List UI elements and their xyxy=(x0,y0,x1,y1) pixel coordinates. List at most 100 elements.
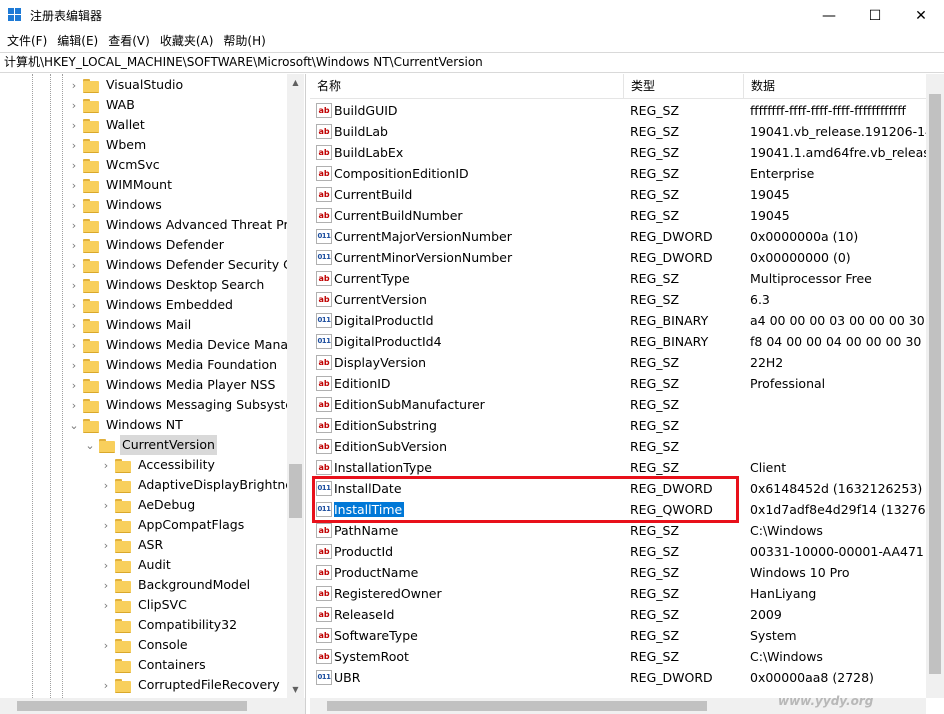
chevron-right-icon[interactable]: › xyxy=(68,355,80,375)
tree-horizontal-scrollbar[interactable] xyxy=(0,698,305,714)
value-row[interactable]: ab EditionSubstring REG_SZ xyxy=(310,415,930,436)
tree-item[interactable]: › VisualStudio xyxy=(68,75,185,95)
value-row[interactable]: ab ProductName REG_SZ Windows 10 Pro xyxy=(310,562,930,583)
chevron-right-icon[interactable]: › xyxy=(100,455,112,475)
tree-item[interactable]: Compatibility32 xyxy=(100,615,239,635)
value-row[interactable]: ab EditionSubVersion REG_SZ xyxy=(310,436,930,457)
value-row[interactable]: 011 UBR REG_DWORD 0x00000aa8 (2728) xyxy=(310,667,930,688)
tree-item[interactable]: › Windows Advanced Threat Prot xyxy=(68,215,287,235)
column-header-name[interactable]: 名称 xyxy=(310,74,624,98)
tree-item[interactable]: › Windows Messaging Subsyster xyxy=(68,395,287,415)
chevron-right-icon[interactable]: › xyxy=(100,635,112,655)
chevron-right-icon[interactable]: › xyxy=(100,535,112,555)
chevron-right-icon[interactable]: › xyxy=(68,255,80,275)
value-row[interactable]: ab SoftwareType REG_SZ System xyxy=(310,625,930,646)
tree-item[interactable]: › WIMMount xyxy=(68,175,174,195)
value-row[interactable]: ab RegisteredOwner REG_SZ HanLiyang xyxy=(310,583,930,604)
close-button[interactable]: ✕ xyxy=(898,0,944,31)
maximize-button[interactable]: ☐ xyxy=(852,0,898,31)
value-row[interactable]: 011 CurrentMinorVersionNumber REG_DWORD 0x0… xyxy=(310,247,930,268)
tree-hscroll-thumb[interactable] xyxy=(17,701,247,711)
value-row[interactable]: ab CurrentBuild REG_SZ 19045 xyxy=(310,184,930,205)
tree-item[interactable]: › Console xyxy=(100,635,190,655)
menu-edit[interactable]: 编辑(E) xyxy=(52,31,103,51)
chevron-right-icon[interactable]: › xyxy=(100,515,112,535)
value-row[interactable]: ab BuildLab REG_SZ 19041.vb_release.191206-… xyxy=(310,121,930,142)
tree-item[interactable]: › WcmSvc xyxy=(68,155,162,175)
chevron-right-icon[interactable]: › xyxy=(68,155,80,175)
value-row[interactable]: ab CompositionEditionID REG_SZ Enterprise xyxy=(310,163,930,184)
chevron-right-icon[interactable]: › xyxy=(68,215,80,235)
value-row[interactable]: 011 CurrentMajorVersionNumber REG_DWORD 0x0… xyxy=(310,226,930,247)
values-scroll-thumb[interactable] xyxy=(929,94,941,674)
tree-item[interactable]: › BackgroundModel xyxy=(100,575,252,595)
chevron-right-icon[interactable]: › xyxy=(100,575,112,595)
column-header-type[interactable]: 类型 xyxy=(624,74,744,98)
chevron-right-icon[interactable]: › xyxy=(68,395,80,415)
chevron-right-icon[interactable]: › xyxy=(100,475,112,495)
tree-item[interactable]: ⌄ Windows NT xyxy=(68,415,185,435)
chevron-right-icon[interactable]: › xyxy=(68,295,80,315)
chevron-right-icon[interactable]: › xyxy=(100,675,112,695)
tree-item[interactable]: › AdaptiveDisplayBrightnes xyxy=(100,475,287,495)
column-header-data[interactable]: 数据 xyxy=(744,74,934,98)
tree-item[interactable]: › Wbem xyxy=(68,135,148,155)
tree-item[interactable]: › Windows Media Device Manag xyxy=(68,335,287,355)
tree-item[interactable]: › Windows Embedded xyxy=(68,295,235,315)
tree-item[interactable]: › CorruptedFileRecovery xyxy=(100,675,282,695)
value-row[interactable]: ab BuildLabEx REG_SZ 19041.1.amd64fre.vb_re… xyxy=(310,142,930,163)
tree-scroll-thumb[interactable] xyxy=(289,464,302,518)
value-row[interactable]: ab ProductId REG_SZ 00331-10000-00001-AA471 xyxy=(310,541,930,562)
value-row[interactable]: ab CurrentBuildNumber REG_SZ 19045 xyxy=(310,205,930,226)
menu-view[interactable]: 查看(V) xyxy=(103,31,155,51)
value-row[interactable]: ab EditionSubManufacturer REG_SZ xyxy=(310,394,930,415)
tree-item[interactable]: › Audit xyxy=(100,555,173,575)
chevron-right-icon[interactable]: › xyxy=(100,555,112,575)
chevron-down-icon[interactable]: ⌄ xyxy=(84,435,96,455)
chevron-right-icon[interactable]: › xyxy=(68,75,80,95)
tree-item[interactable]: › AppCompatFlags xyxy=(100,515,246,535)
tree-item[interactable]: › Windows xyxy=(68,195,164,215)
tree-item[interactable]: › Windows Desktop Search xyxy=(68,275,266,295)
menu-file[interactable]: 文件(F) xyxy=(2,31,52,51)
value-row[interactable]: ab InstallationType REG_SZ Client xyxy=(310,457,930,478)
tree-item[interactable]: › ClipSVC xyxy=(100,595,189,615)
values-vertical-scrollbar[interactable] xyxy=(926,74,944,698)
value-row[interactable]: ab ReleaseId REG_SZ 2009 xyxy=(310,604,930,625)
tree-item[interactable]: › Windows Media Foundation xyxy=(68,355,279,375)
chevron-right-icon[interactable]: › xyxy=(68,335,80,355)
value-row[interactable]: ab EditionID REG_SZ Professional xyxy=(310,373,930,394)
chevron-right-icon[interactable]: › xyxy=(68,135,80,155)
value-row[interactable]: 011 DigitalProductId4 REG_BINARY f8 04 00 0… xyxy=(310,331,930,352)
chevron-right-icon[interactable]: › xyxy=(100,495,112,515)
chevron-right-icon[interactable]: › xyxy=(68,95,80,115)
value-row[interactable]: ab CurrentVersion REG_SZ 6.3 xyxy=(310,289,930,310)
tree-item[interactable]: › Wallet xyxy=(68,115,147,135)
values-hscroll-thumb[interactable] xyxy=(327,701,707,711)
tree-item[interactable]: Containers xyxy=(100,655,208,675)
tree-item[interactable]: › Windows Media Player NSS xyxy=(68,375,277,395)
chevron-right-icon[interactable]: › xyxy=(68,375,80,395)
value-row[interactable]: ab SystemRoot REG_SZ C:\Windows xyxy=(310,646,930,667)
tree-item[interactable]: › Windows Defender Security Cer xyxy=(68,255,287,275)
chevron-down-icon[interactable]: ⌄ xyxy=(68,415,80,435)
menu-help[interactable]: 帮助(H) xyxy=(218,31,270,51)
tree-item[interactable]: › Accessibility xyxy=(100,455,217,475)
chevron-right-icon[interactable]: › xyxy=(68,195,80,215)
tree-item[interactable]: ⌄ CurrentVersion xyxy=(84,435,217,455)
chevron-right-icon[interactable]: › xyxy=(68,315,80,335)
scroll-up-arrow-icon[interactable]: ▲ xyxy=(287,74,304,91)
chevron-right-icon[interactable]: › xyxy=(68,115,80,135)
tree-vertical-scrollbar[interactable]: ▲ ▼ xyxy=(287,74,304,698)
value-row[interactable]: ab PathName REG_SZ C:\Windows xyxy=(310,520,930,541)
menu-favorites[interactable]: 收藏夹(A) xyxy=(155,31,219,51)
value-row[interactable]: ab DisplayVersion REG_SZ 22H2 xyxy=(310,352,930,373)
value-row[interactable]: ab BuildGUID REG_SZ ffffffff-ffff-ffff-ffff… xyxy=(310,100,930,121)
tree-item[interactable]: › ASR xyxy=(100,535,165,555)
tree-item[interactable]: › Windows Defender xyxy=(68,235,226,255)
tree-item[interactable]: › Windows Mail xyxy=(68,315,193,335)
address-bar[interactable]: 计算机\HKEY_LOCAL_MACHINE\SOFTWARE\Microsof… xyxy=(0,52,944,73)
minimize-button[interactable]: — xyxy=(806,0,852,31)
chevron-right-icon[interactable]: › xyxy=(68,235,80,255)
scroll-down-arrow-icon[interactable]: ▼ xyxy=(287,681,304,698)
